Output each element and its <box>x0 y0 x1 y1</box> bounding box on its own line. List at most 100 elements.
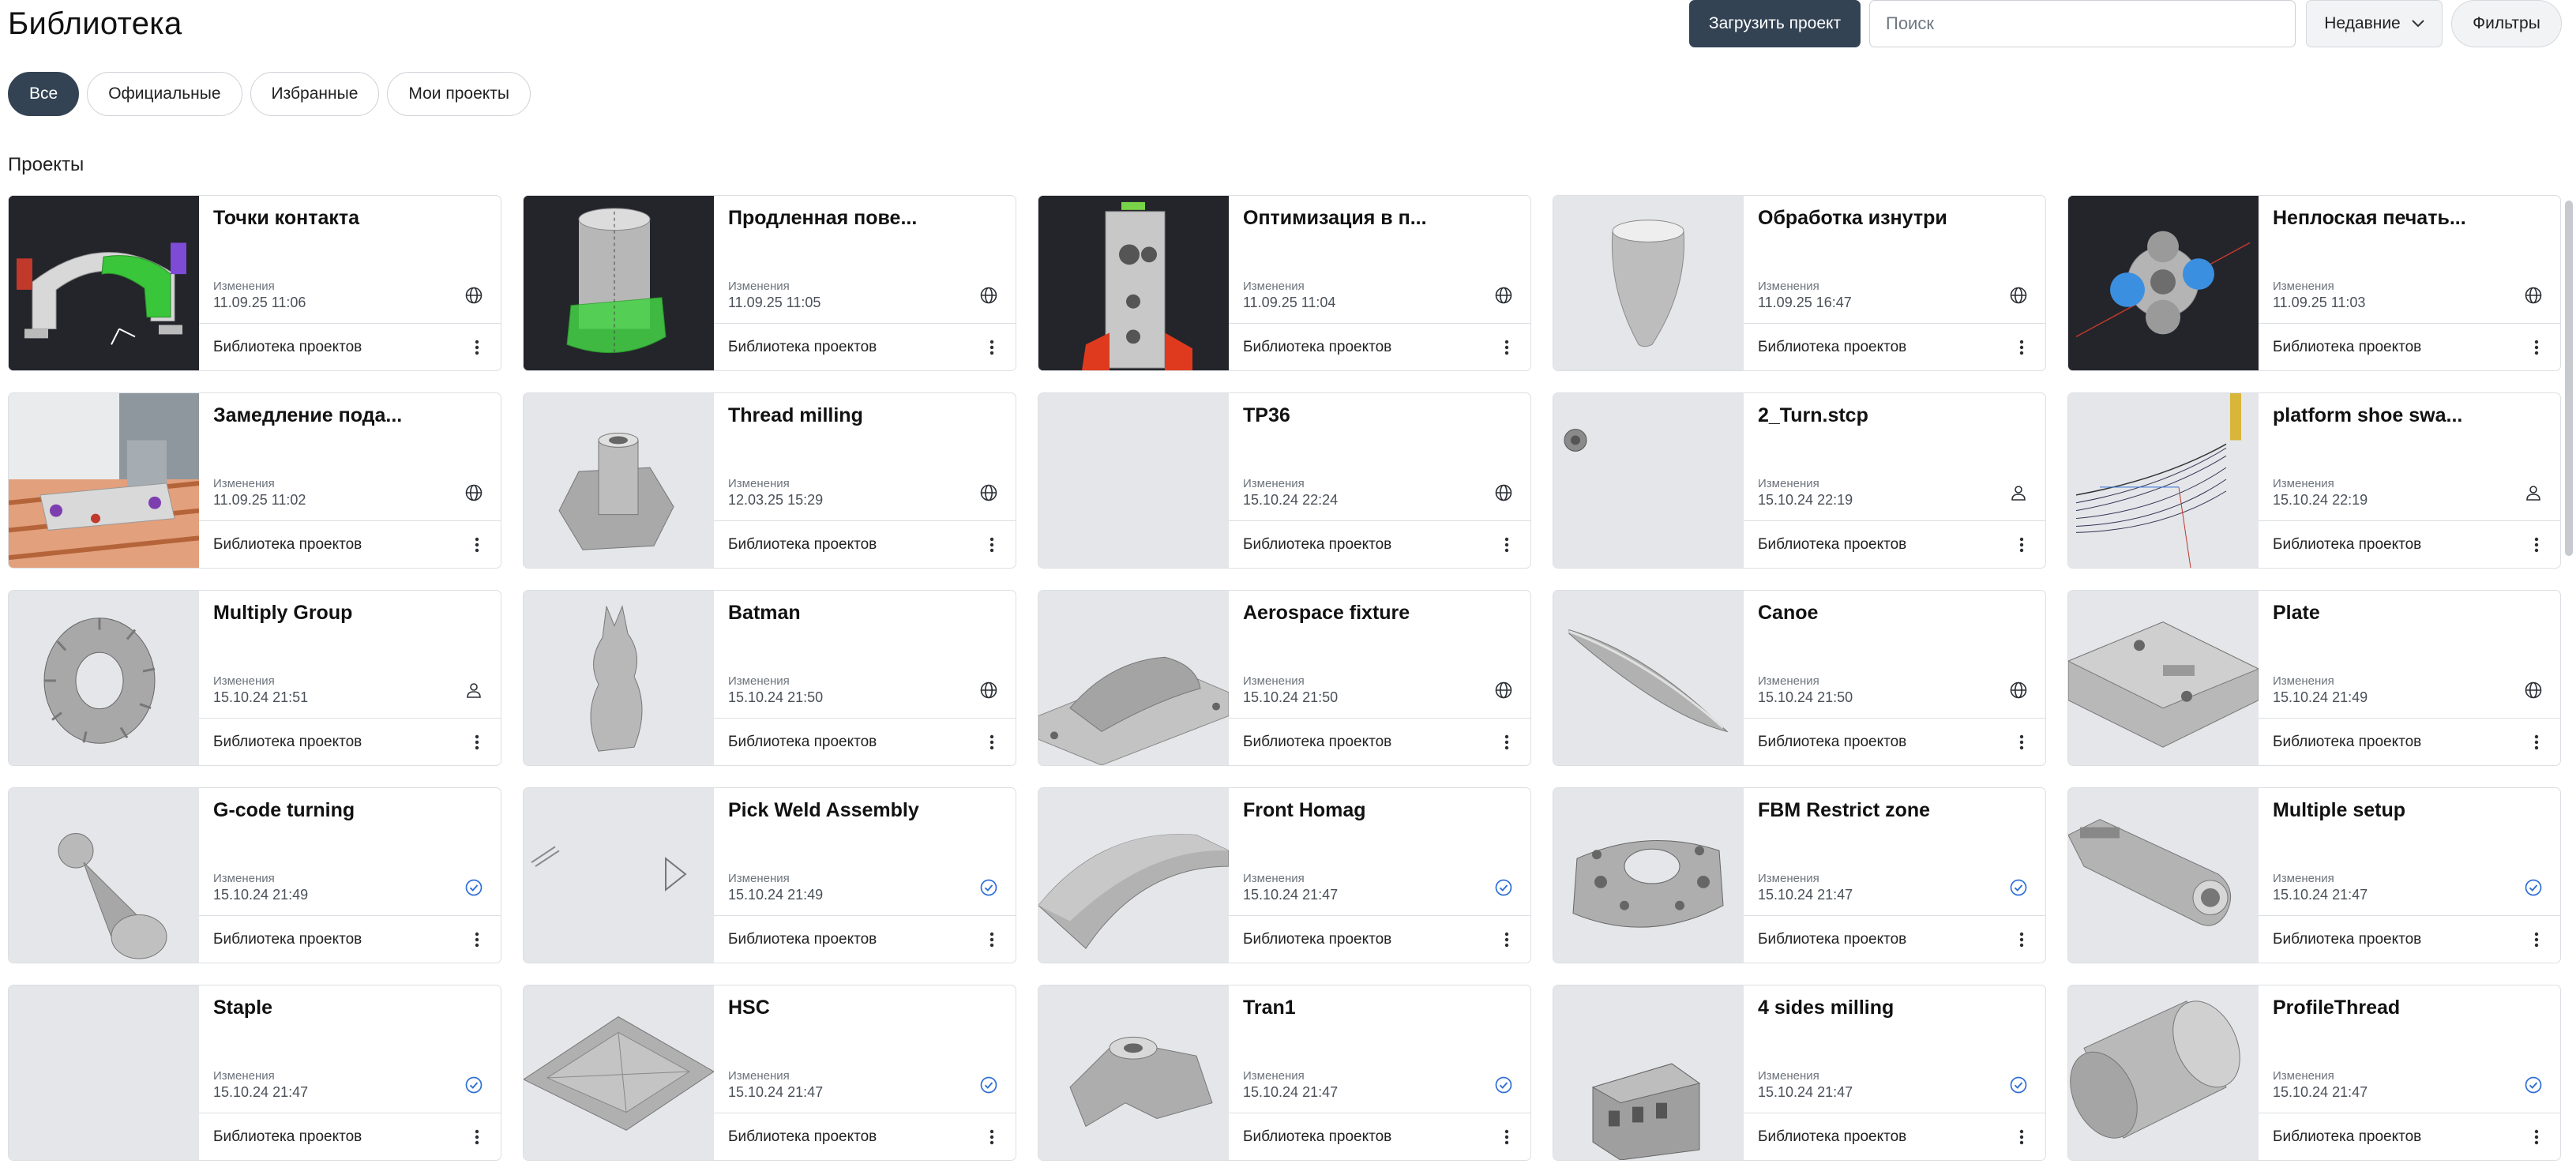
project-title[interactable]: Продленная пове... <box>728 207 1001 230</box>
project-title[interactable]: 2_Turn.stcp <box>1758 404 2031 427</box>
project-title[interactable]: Canoe <box>1758 602 2031 625</box>
project-title[interactable]: 4 sides milling <box>1758 997 2031 1019</box>
project-card[interactable]: Точки контакта Изменения 11.09.25 11:06 Биб… <box>8 195 501 371</box>
project-card[interactable]: Обработка изнутри Изменения 11.09.25 16:47… <box>1553 195 2046 371</box>
filters-button[interactable]: Фильтры <box>2451 0 2562 47</box>
project-title[interactable]: Обработка изнутри <box>1758 207 2031 230</box>
project-thumbnail[interactable] <box>524 591 714 765</box>
more-options-icon[interactable] <box>1497 930 1516 949</box>
project-thumbnail[interactable] <box>9 196 199 370</box>
project-thumbnail[interactable] <box>1038 196 1229 370</box>
more-options-icon[interactable] <box>468 535 486 554</box>
project-thumbnail[interactable] <box>2068 393 2259 568</box>
project-title[interactable]: G-code turning <box>213 799 486 822</box>
project-title[interactable]: Batman <box>728 602 1001 625</box>
more-options-icon[interactable] <box>982 930 1001 949</box>
project-thumbnail[interactable] <box>2068 591 2259 765</box>
project-title[interactable]: Aerospace fixture <box>1243 602 1516 625</box>
more-options-icon[interactable] <box>1497 733 1516 752</box>
project-title[interactable]: Thread milling <box>728 404 1001 427</box>
more-options-icon[interactable] <box>982 733 1001 752</box>
project-title[interactable]: Multiply Group <box>213 602 486 625</box>
more-options-icon[interactable] <box>2012 338 2031 357</box>
project-card[interactable]: Продленная пове... Изменения 11.09.25 11:0… <box>523 195 1016 371</box>
project-title[interactable]: Multiple setup <box>2273 799 2546 822</box>
project-card[interactable]: Plate Изменения 15.10.24 21:49 Библиотека п… <box>2067 590 2561 766</box>
project-title[interactable]: HSC <box>728 997 1001 1019</box>
more-options-icon[interactable] <box>982 1128 1001 1147</box>
project-card[interactable]: Batman Изменения 15.10.24 21:50 Библиотека … <box>523 590 1016 766</box>
project-thumbnail[interactable] <box>2068 196 2259 370</box>
project-thumbnail[interactable] <box>1553 591 1744 765</box>
more-options-icon[interactable] <box>982 338 1001 357</box>
more-options-icon[interactable] <box>2527 733 2546 752</box>
project-card[interactable]: ProfileThread Изменения 15.10.24 21:47 Библ… <box>2067 985 2561 1161</box>
more-options-icon[interactable] <box>2527 338 2546 357</box>
sort-dropdown[interactable]: Недавние <box>2306 0 2443 47</box>
project-card[interactable]: platform shoe swa... Изменения 15.10.24 22… <box>2067 392 2561 569</box>
tab-favorites[interactable]: Избранные <box>250 72 380 116</box>
project-thumbnail[interactable] <box>1553 393 1744 568</box>
project-thumbnail[interactable] <box>1553 985 1744 1160</box>
project-card[interactable]: Aerospace fixture Изменения 15.10.24 21:50… <box>1038 590 1531 766</box>
project-title[interactable]: Staple <box>213 997 486 1019</box>
project-thumbnail[interactable] <box>524 985 714 1160</box>
project-thumbnail[interactable] <box>9 788 199 963</box>
project-thumbnail[interactable] <box>1038 985 1229 1160</box>
project-card[interactable]: HSC Изменения 15.10.24 21:47 Библиотека про… <box>523 985 1016 1161</box>
more-options-icon[interactable] <box>2012 733 2031 752</box>
more-options-icon[interactable] <box>2527 1128 2546 1147</box>
tab-official[interactable]: Официальные <box>87 72 242 116</box>
project-card[interactable]: Неплоская печать... Изменения 11.09.25 11:… <box>2067 195 2561 371</box>
more-options-icon[interactable] <box>1497 1128 1516 1147</box>
more-options-icon[interactable] <box>468 733 486 752</box>
more-options-icon[interactable] <box>982 535 1001 554</box>
project-title[interactable]: Неплоская печать... <box>2273 207 2546 230</box>
more-options-icon[interactable] <box>2012 930 2031 949</box>
project-thumbnail[interactable] <box>1038 393 1229 568</box>
upload-project-button[interactable]: Загрузить проект <box>1689 0 1861 47</box>
more-options-icon[interactable] <box>468 338 486 357</box>
project-card[interactable]: Замедление пода... Изменения 11.09.25 11:0… <box>8 392 501 569</box>
project-card[interactable]: Front Homag Изменения 15.10.24 21:47 Библио… <box>1038 787 1531 963</box>
project-title[interactable]: Pick Weld Assembly <box>728 799 1001 822</box>
project-title[interactable]: Точки контакта <box>213 207 486 230</box>
more-options-icon[interactable] <box>2012 1128 2031 1147</box>
project-card[interactable]: Multiple setup Изменения 15.10.24 21:47 Биб… <box>2067 787 2561 963</box>
project-card[interactable]: Оптимизация в п... Изменения 11.09.25 11:0… <box>1038 195 1531 371</box>
project-card[interactable]: Pick Weld Assembly Изменения 15.10.24 21:4… <box>523 787 1016 963</box>
project-card[interactable]: Canoe Изменения 15.10.24 21:50 Библиотека п… <box>1553 590 2046 766</box>
project-thumbnail[interactable] <box>1038 788 1229 963</box>
project-card[interactable]: G-code turning Изменения 15.10.24 21:49 Биб… <box>8 787 501 963</box>
more-options-icon[interactable] <box>1497 338 1516 357</box>
project-title[interactable]: Tran1 <box>1243 997 1516 1019</box>
project-card[interactable]: Multiply Group Изменения 15.10.24 21:51 Биб… <box>8 590 501 766</box>
project-card[interactable]: Thread milling Изменения 12.03.25 15:29 Биб… <box>523 392 1016 569</box>
more-options-icon[interactable] <box>2527 930 2546 949</box>
more-options-icon[interactable] <box>1497 535 1516 554</box>
scrollbar-thumb[interactable] <box>2565 201 2573 556</box>
project-title[interactable]: Замедление пода... <box>213 404 486 427</box>
project-card[interactable]: TP36 Изменения 15.10.24 22:24 Библиотека пр… <box>1038 392 1531 569</box>
project-thumbnail[interactable] <box>9 393 199 568</box>
project-thumbnail[interactable] <box>524 196 714 370</box>
project-card[interactable]: 2_Turn.stcp Изменения 15.10.24 22:19 Библио… <box>1553 392 2046 569</box>
project-title[interactable]: FBM Restrict zone <box>1758 799 2031 822</box>
project-title[interactable]: Оптимизация в п... <box>1243 207 1516 230</box>
project-thumbnail[interactable] <box>9 985 199 1160</box>
project-thumbnail[interactable] <box>524 788 714 963</box>
project-thumbnail[interactable] <box>2068 985 2259 1160</box>
more-options-icon[interactable] <box>468 1128 486 1147</box>
project-thumbnail[interactable] <box>1038 591 1229 765</box>
project-title[interactable]: platform shoe swa... <box>2273 404 2546 427</box>
project-title[interactable]: TP36 <box>1243 404 1516 427</box>
project-card[interactable]: 4 sides milling Изменения 15.10.24 21:47 Би… <box>1553 985 2046 1161</box>
project-title[interactable]: Front Homag <box>1243 799 1516 822</box>
project-title[interactable]: Plate <box>2273 602 2546 625</box>
project-title[interactable]: ProfileThread <box>2273 997 2546 1019</box>
project-card[interactable]: FBM Restrict zone Изменения 15.10.24 21:47… <box>1553 787 2046 963</box>
tab-my-projects[interactable]: Мои проекты <box>387 72 531 116</box>
project-thumbnail[interactable] <box>524 393 714 568</box>
more-options-icon[interactable] <box>2012 535 2031 554</box>
project-card[interactable]: Staple Изменения 15.10.24 21:47 Библиотека … <box>8 985 501 1161</box>
